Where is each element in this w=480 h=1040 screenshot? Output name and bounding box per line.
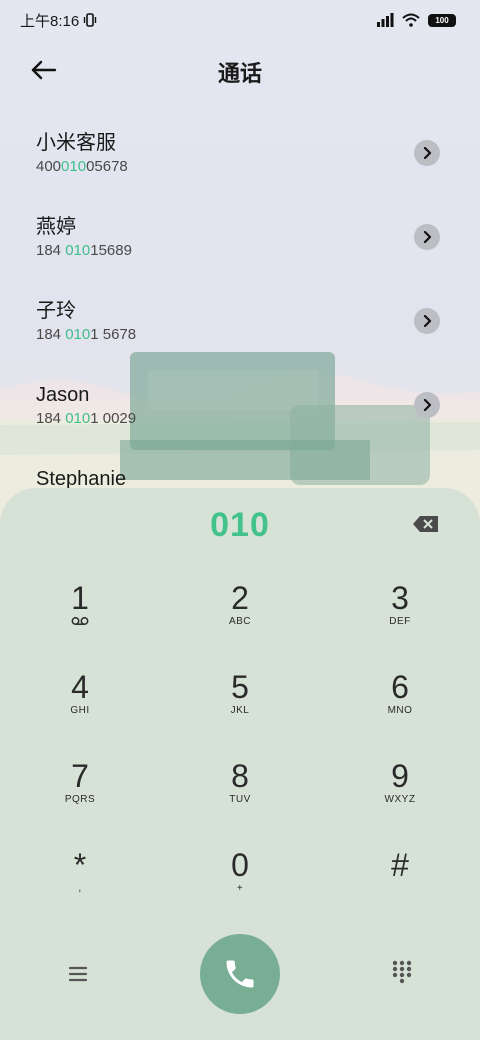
key-hash[interactable]: # [320, 847, 480, 936]
key-9[interactable]: 9 WXYZ [320, 758, 480, 847]
contact-item[interactable]: 子玲 184 0101 5678 [0, 280, 480, 364]
page-title: 通话 [217, 61, 262, 86]
key-star[interactable]: * , [0, 847, 160, 936]
battery-level: 100 [435, 15, 449, 25]
menu-button[interactable] [64, 962, 92, 986]
contact-number: 184 01015689 [36, 242, 132, 259]
contact-details-button[interactable] [414, 392, 440, 418]
header: 通话 [0, 48, 480, 92]
keypad-toggle-button[interactable] [388, 958, 416, 986]
chevron-right-icon [423, 147, 432, 159]
keypad-icon [392, 960, 412, 984]
key-0[interactable]: 0 + [160, 847, 320, 936]
contact-number: 40001005678 [36, 158, 128, 175]
battery-icon: 100 [428, 13, 456, 27]
contact-list: 小米客服 40001005678 燕婷 184 01015689 子玲 184 … [0, 112, 480, 532]
wifi-icon [402, 13, 420, 27]
contact-item[interactable]: 燕婷 184 01015689 [0, 196, 480, 280]
contact-number: 184 0101 5678 [36, 326, 137, 343]
key-5[interactable]: 5 JKL [160, 669, 320, 758]
contact-item[interactable]: Jason 184 0101 0029 [0, 364, 480, 448]
vibrate-icon [84, 13, 97, 27]
key-1[interactable]: 1 [0, 580, 160, 669]
status-bar: 上午8:16 100 [0, 0, 480, 40]
key-2[interactable]: 2 ABC [160, 580, 320, 669]
voicemail-icon [71, 617, 89, 625]
signal-icon [377, 13, 394, 27]
phone-icon [226, 960, 254, 988]
keypad: 1 2 ABC 3 DEF 4 GHI 5 JKL 6 MNO 7 PQRS 8… [0, 580, 480, 936]
dialpad-panel: 010 1 2 ABC 3 DEF 4 GHI 5 JKL 6 MNO 7 PQ… [0, 488, 480, 1040]
chevron-right-icon [423, 315, 432, 327]
backspace-icon [413, 516, 438, 532]
dialed-number-display: 010 [210, 506, 270, 544]
key-6[interactable]: 6 MNO [320, 669, 480, 758]
key-4[interactable]: 4 GHI [0, 669, 160, 758]
menu-icon [68, 966, 88, 982]
contact-details-button[interactable] [414, 224, 440, 250]
status-time: 上午8:16 [20, 12, 80, 30]
dialpad-actions [0, 934, 480, 1014]
key-8[interactable]: 8 TUV [160, 758, 320, 847]
contact-details-button[interactable] [414, 308, 440, 334]
contact-details-button[interactable] [414, 140, 440, 166]
chevron-right-icon [423, 231, 432, 243]
call-button[interactable] [200, 934, 280, 1014]
key-3[interactable]: 3 DEF [320, 580, 480, 669]
contact-number: 184 0101 0029 [36, 410, 137, 427]
key-7[interactable]: 7 PQRS [0, 758, 160, 847]
chevron-right-icon [423, 399, 432, 411]
contact-item[interactable]: 小米客服 40001005678 [0, 112, 480, 196]
backspace-button[interactable] [412, 514, 440, 534]
